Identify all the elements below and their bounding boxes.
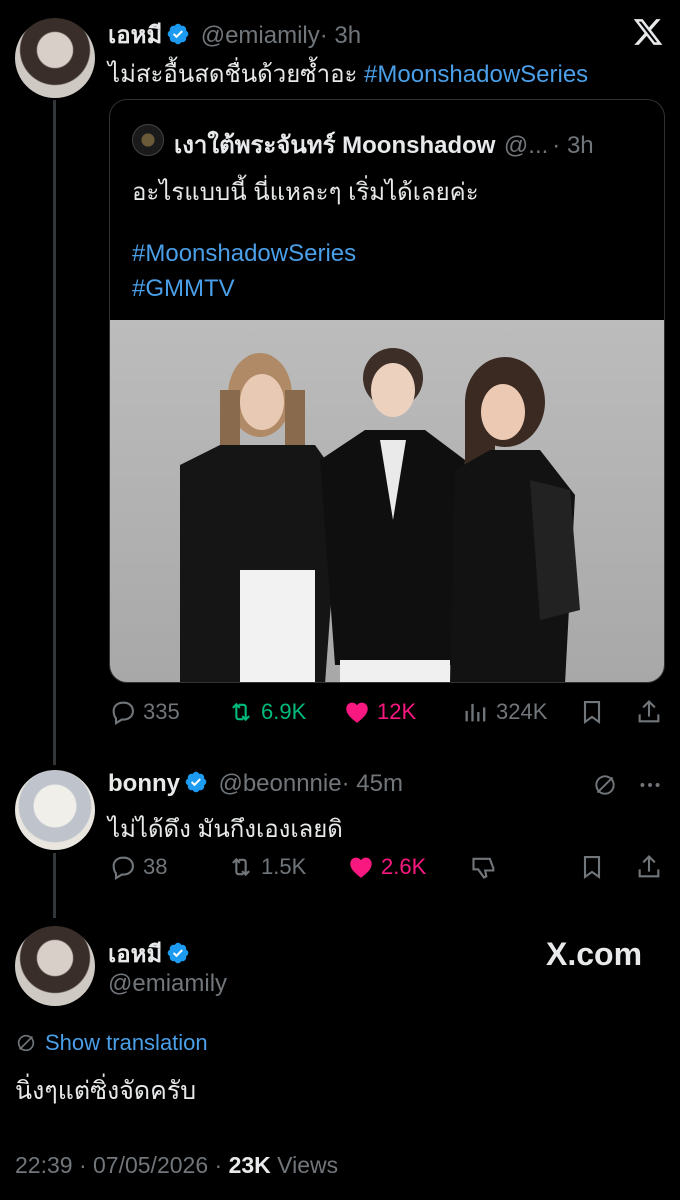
x-com-brand: X.com — [546, 936, 643, 972]
main-author: เอหมี — [108, 934, 190, 973]
retweet-button[interactable]: 6.9K — [227, 698, 306, 726]
reply-icon — [112, 701, 134, 725]
avatar[interactable] — [15, 770, 95, 850]
quoted-tweet-card[interactable]: เงาใต้พระจันทร์ Moonshadow @... · 3h อะไร… — [109, 99, 665, 683]
tweet-header: bonny @beonnnie· 45m — [108, 770, 403, 798]
retweet-icon — [232, 857, 250, 877]
quote-text: อะไรแบบนี้ นี่แหละๆ เริ่มได้เลยค่ะ — [132, 179, 479, 206]
handle[interactable]: @emiamily — [201, 22, 320, 49]
like-button[interactable]: 2.6K — [347, 853, 426, 881]
share-button[interactable] — [635, 853, 663, 881]
tweet-header: เอหมี @emiamily· 3h — [108, 15, 361, 54]
hashtag-link[interactable]: #MoonshadowSeries — [364, 61, 588, 88]
tweet-text: ไม่สะอื้นสดชื่นด้วยซ้ำอะ #MoonshadowSeri… — [108, 54, 588, 93]
show-translation-link[interactable]: Show translation — [45, 1030, 208, 1056]
verified-badge-icon — [167, 23, 189, 45]
quote-display-name: เงาใต้พระจันทร์ Moonshadow — [174, 132, 496, 159]
display-name[interactable]: bonny — [108, 770, 180, 797]
quote-avatar — [132, 124, 164, 156]
tweet-body: ไม่สะอื้นสดชื่นด้วยซ้ำอะ — [108, 61, 358, 88]
bookmark-button[interactable] — [578, 853, 606, 881]
views-label: Views — [277, 1152, 339, 1178]
bookmark-icon — [583, 856, 601, 879]
like-button[interactable]: 12K — [343, 698, 416, 726]
reply-icon — [112, 856, 134, 880]
display-name[interactable]: เอหมี — [108, 22, 162, 49]
reply-button[interactable]: 38 — [109, 853, 167, 881]
translate-icon — [17, 1034, 35, 1052]
tweet-datetime[interactable]: 22:39 · 07/05/2026 · — [15, 1152, 222, 1178]
share-button[interactable] — [635, 698, 663, 726]
analytics-icon — [465, 703, 486, 722]
display-name[interactable]: เอหมี — [108, 941, 162, 968]
quote-hashtag-gmmtv[interactable]: #GMMTV — [132, 275, 235, 303]
views-count: 23K — [228, 1152, 271, 1178]
like-count: 2.6K — [381, 854, 427, 879]
avatar[interactable] — [15, 18, 95, 98]
bookmark-icon — [583, 701, 601, 724]
show-translation-row[interactable]: Show translation — [15, 1030, 208, 1056]
quote-header: เงาใต้พระจันทร์ Moonshadow @... · 3h — [174, 125, 594, 164]
quote-handle: @... — [503, 132, 549, 159]
retweet-icon — [232, 702, 250, 722]
quote-timestamp: · 3h — [552, 132, 594, 159]
views-count: 324K — [496, 699, 548, 724]
views-button[interactable]: 324K — [462, 698, 547, 726]
thread-connector-2 — [53, 853, 56, 918]
quoted-photo[interactable] — [110, 320, 664, 682]
translate-icon[interactable] — [592, 772, 618, 798]
timestamp[interactable]: · 3h — [320, 22, 361, 49]
reply-count: 335 — [143, 699, 180, 724]
retweet-count: 1.5K — [261, 854, 307, 879]
thumbs-down-icon — [472, 857, 495, 879]
timestamp[interactable]: · 45m — [342, 770, 403, 797]
handle[interactable]: @beonnnie — [218, 770, 341, 797]
retweet-button[interactable]: 1.5K — [227, 853, 306, 881]
main-tweet-text: นิ่งๆแต่ซิ่งจัดครับ — [15, 1077, 197, 1105]
retweet-count: 6.9K — [261, 699, 307, 724]
heart-filled-icon — [350, 857, 372, 878]
quote-hashtag-moonshadow[interactable]: #MoonshadowSeries — [132, 240, 356, 268]
heart-filled-icon — [346, 702, 368, 723]
photo-illustration — [180, 348, 580, 682]
downvote-button[interactable] — [470, 853, 498, 881]
handle[interactable]: @emiamily — [108, 970, 227, 998]
more-options-icon[interactable] — [636, 772, 664, 798]
share-icon — [638, 700, 660, 723]
thread-connector-1 — [53, 100, 56, 765]
reply-count: 38 — [143, 854, 168, 879]
share-icon — [638, 855, 660, 878]
tweet-meta: 22:39 · 07/05/2026 · 23K Views — [15, 1152, 338, 1179]
reply-button[interactable]: 335 — [109, 698, 180, 726]
verified-badge-icon — [167, 942, 189, 964]
bookmark-button[interactable] — [578, 698, 606, 726]
avatar[interactable] — [15, 926, 95, 1006]
verified-badge-icon — [185, 771, 207, 793]
tweet-body: ไม่ได้ดึง มันกึงเองเลยดิ — [108, 816, 343, 843]
x-logo-icon[interactable] — [632, 16, 664, 48]
like-count: 12K — [377, 699, 417, 724]
